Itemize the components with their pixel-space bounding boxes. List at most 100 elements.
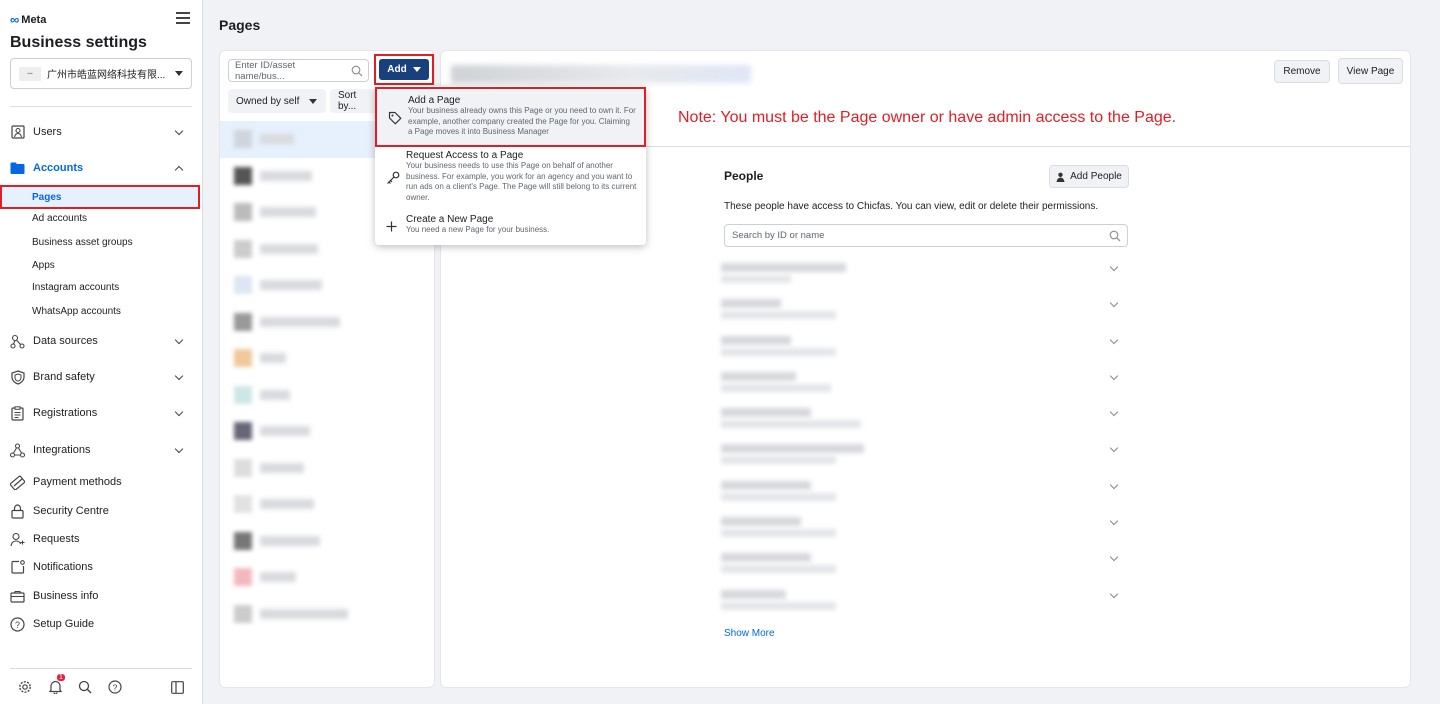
bell-icon[interactable]: 1 [40,674,70,696]
person-row[interactable] [721,475,1131,511]
nav-registrations[interactable]: Registrations [10,403,190,423]
add-people-button[interactable]: Add People [1049,165,1129,188]
nav-setup-guide[interactable]: ? Setup Guide [10,614,190,634]
nav-brand-safety-label: Brand safety [33,371,95,383]
person-row[interactable] [721,511,1131,547]
gear-icon[interactable] [10,678,40,696]
nav-users[interactable]: Users [10,122,190,142]
nav-brand-safety[interactable]: Brand safety [10,367,190,387]
meta-logo[interactable]: ∞ Meta [10,12,46,27]
list-item[interactable] [220,486,434,523]
page-name-redacted [451,65,751,83]
chevron-down-icon[interactable] [1109,516,1119,526]
chevron-down-icon[interactable] [1109,335,1119,344]
person-row[interactable] [721,402,1131,438]
person-row[interactable] [721,293,1131,329]
list-item[interactable] [220,596,434,633]
sub-item-pages[interactable]: Pages [0,185,200,209]
divider [10,668,192,669]
chevron-down-icon[interactable] [1109,371,1119,381]
chevron-down-icon[interactable] [1109,553,1119,562]
list-item[interactable] [220,267,434,304]
list-item[interactable] [220,413,434,450]
notification-badge: 1 [57,674,65,681]
business-settings-title: Business settings [10,34,147,51]
search-icon[interactable] [70,678,100,696]
asset-search-input[interactable]: Enter ID/asset name/bus... [228,59,369,82]
sub-item-ad-accounts[interactable]: Ad accounts [32,213,87,224]
divider [10,106,192,107]
shield-icon [10,369,25,385]
sub-item-apps[interactable]: Apps [32,260,55,271]
caret-down-icon [175,71,183,76]
person-row[interactable] [721,438,1131,474]
nav-payment-methods[interactable]: Payment methods [10,472,190,492]
chevron-down-icon [174,126,184,135]
integrations-icon [10,442,25,458]
add-button[interactable]: Add [379,59,429,80]
sub-item-whatsapp-accounts[interactable]: WhatsApp accounts [32,306,121,317]
nav-integrations-label: Integrations [33,444,91,456]
list-item[interactable] [220,450,434,487]
chevron-down-icon[interactable] [1109,589,1119,598]
nav-requests[interactable]: Requests [10,529,190,549]
briefcase-icon [10,589,25,604]
chevron-down-icon[interactable] [1109,480,1119,490]
list-item[interactable] [220,304,434,341]
chevron-down-icon [174,407,184,416]
list-item[interactable] [220,559,434,596]
list-item[interactable] [220,340,434,377]
chevron-down-icon[interactable] [1109,407,1119,417]
help-icon[interactable]: ? [100,678,130,696]
people-search-input[interactable]: Search by ID or name [724,224,1128,247]
data-sources-icon [10,334,25,349]
nav-security-centre[interactable]: Security Centre [10,501,190,521]
menu-item-request-access[interactable]: Request Access to a Page Your business n… [375,149,646,207]
nav-accounts[interactable]: Accounts [10,158,190,178]
sub-item-business-asset-groups[interactable]: Business asset groups [32,237,133,248]
person-row[interactable] [721,547,1131,583]
view-page-button[interactable]: View Page [1338,58,1403,84]
caret-down-icon [412,67,421,72]
nav-notifications[interactable]: Notifications [10,557,190,577]
remove-button[interactable]: Remove [1274,60,1330,83]
business-logo: ▪▪▪ [19,66,41,81]
page-title: Pages [219,17,261,33]
chevron-down-icon[interactable] [1109,299,1119,308]
nav-setup-guide-label: Setup Guide [33,618,95,630]
list-item[interactable] [220,377,434,414]
meta-infinity-icon: ∞ [10,12,20,27]
nav-integrations[interactable]: Integrations [10,440,190,460]
chevron-down-icon [174,444,184,453]
list-item[interactable] [220,523,434,560]
nav-data-sources[interactable]: Data sources [10,331,190,351]
person-row[interactable] [721,584,1131,620]
nav-users-label: Users [33,126,62,138]
sidebar-toggle-icon[interactable] [162,678,192,696]
sub-item-instagram-accounts[interactable]: Instagram accounts [32,282,119,293]
caret-down-icon [309,98,318,104]
chevron-up-icon [174,165,184,174]
nav-data-sources-label: Data sources [33,335,98,347]
menu-item-add-a-page[interactable]: Add a Page Your business already owns th… [375,87,646,147]
nav-registrations-label: Registrations [33,407,98,419]
nav-business-info-label: Business info [33,590,99,602]
chevron-down-icon[interactable] [1109,262,1119,272]
person-row[interactable] [721,330,1131,366]
menu-item-create-new-page[interactable]: Create a New Page You need a new Page fo… [375,214,646,242]
person-row[interactable] [721,366,1131,402]
chevron-down-icon [174,335,184,344]
show-more-link[interactable]: Show More [724,628,775,639]
tag-icon [388,111,402,125]
menu-item-title: Create a New Page [406,214,494,225]
menu-item-title: Add a Page [408,95,461,106]
owned-filter-dropdown[interactable]: Owned by self [228,89,326,113]
menu-icon[interactable] [176,12,190,24]
person-row[interactable] [721,257,1131,293]
chevron-down-icon[interactable] [1109,444,1119,453]
sort-dropdown[interactable]: Sort by... [330,89,380,113]
add-dropdown-menu: Add a Page Your business already owns th… [375,86,646,245]
nav-business-info[interactable]: Business info [10,586,190,606]
business-selector[interactable]: ▪▪▪ 广州市皓蓝网络科技有限... [10,58,192,89]
card-icon [10,475,25,490]
